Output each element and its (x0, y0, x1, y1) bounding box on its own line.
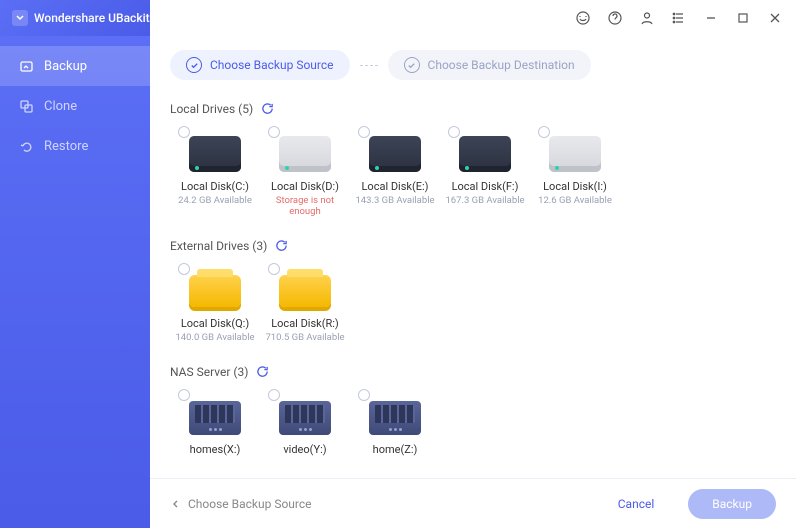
refresh-icon[interactable] (275, 239, 289, 253)
sidebar-item-clone[interactable]: Clone (0, 86, 150, 126)
drive-available: 12.6 GB Available (538, 195, 612, 206)
section-title: NAS Server (3) (170, 365, 248, 379)
drive-card[interactable]: Local Disk(F:) 167.3 GB Available (440, 124, 530, 227)
drive-name: home(Z:) (373, 443, 418, 456)
section-header-local: Local Drives (5) (170, 102, 776, 116)
drive-name: Local Disk(Q:) (181, 317, 249, 330)
drive-card[interactable]: Local Disk(R:) 710.5 GB Available (260, 261, 350, 353)
drive-card[interactable]: Local Disk(E:) 143.3 GB Available (350, 124, 440, 227)
help-icon[interactable] (606, 9, 624, 27)
local-drives-grid: Local Disk(C:) 24.2 GB Available Local D… (170, 124, 776, 227)
drive-card[interactable]: Local Disk(D:) Storage is not enough (260, 124, 350, 227)
maximize-icon[interactable] (734, 9, 752, 27)
hdd-icon (187, 128, 243, 172)
external-drives-grid: Local Disk(Q:) 140.0 GB Available Local … (170, 261, 776, 353)
step-label: Choose Backup Destination (428, 58, 575, 72)
drive-name: Local Disk(E:) (362, 180, 429, 193)
section-title: Local Drives (5) (170, 102, 253, 116)
sidebar-item-label: Restore (44, 139, 88, 154)
hdd-icon (277, 128, 333, 172)
backup-icon (18, 58, 34, 74)
nas-drives-grid: homes(X:) video(Y:) home(Z:) (170, 387, 776, 468)
drive-available: 140.0 GB Available (175, 332, 254, 343)
sidebar: Backup Clone Restore (0, 36, 150, 528)
drive-name: homes(X:) (190, 443, 241, 456)
app-brand: Wondershare UBackit (0, 0, 150, 36)
drive-name: Local Disk(C:) (181, 180, 249, 193)
drive-card[interactable]: Local Disk(C:) 24.2 GB Available (170, 124, 260, 227)
drive-available: 24.2 GB Available (178, 195, 252, 206)
menu-list-icon[interactable] (670, 9, 688, 27)
titlebar-controls (150, 9, 796, 27)
content-area: Choose Backup Source Choose Backup Desti… (150, 36, 796, 528)
wizard-steps: Choose Backup Source Choose Backup Desti… (150, 36, 796, 90)
app-logo-icon (12, 10, 28, 26)
drive-name: video(Y:) (283, 443, 326, 456)
drive-available: 710.5 GB Available (265, 332, 344, 343)
user-icon[interactable] (638, 9, 656, 27)
drive-card[interactable]: Local Disk(Q:) 140.0 GB Available (170, 261, 260, 353)
drive-card[interactable]: home(Z:) (350, 387, 440, 468)
drive-available: Storage is not enough (260, 195, 350, 217)
clone-icon (18, 98, 34, 114)
step-choose-source[interactable]: Choose Backup Source (170, 50, 350, 80)
nas-icon (367, 391, 423, 435)
step-choose-destination[interactable]: Choose Backup Destination (388, 50, 591, 80)
drive-name: Local Disk(R:) (271, 317, 339, 330)
sidebar-item-label: Backup (44, 59, 87, 74)
app-title: Wondershare UBackit (34, 11, 150, 25)
footer-bar: Choose Backup Source Cancel Backup (150, 478, 796, 528)
sidebar-item-backup[interactable]: Backup (0, 46, 150, 86)
drive-available: 167.3 GB Available (445, 195, 524, 206)
titlebar: Wondershare UBackit (0, 0, 796, 36)
section-title: External Drives (3) (170, 239, 267, 253)
check-circle-icon (186, 57, 202, 73)
external-drive-icon (277, 265, 333, 309)
drive-name: Local Disk(F:) (452, 180, 519, 193)
drive-card[interactable]: homes(X:) (170, 387, 260, 468)
step-connector (360, 65, 378, 66)
external-drive-icon (187, 265, 243, 309)
hdd-icon (457, 128, 513, 172)
drives-scroll-area[interactable]: Local Drives (5) Local Disk(C:) 24.2 GB … (150, 90, 796, 478)
drive-card[interactable]: Local Disk(I:) 12.6 GB Available (530, 124, 620, 227)
minimize-icon[interactable] (702, 9, 720, 27)
backup-button[interactable]: Backup (688, 489, 776, 519)
sidebar-item-restore[interactable]: Restore (0, 126, 150, 166)
chevron-left-icon[interactable] (170, 498, 182, 510)
restore-icon (18, 138, 34, 154)
refresh-icon[interactable] (256, 365, 270, 379)
refresh-icon[interactable] (261, 102, 275, 116)
cancel-button[interactable]: Cancel (594, 489, 679, 519)
footer-hint-text: Choose Backup Source (188, 497, 312, 511)
section-header-external: External Drives (3) (170, 239, 776, 253)
hdd-icon (367, 128, 423, 172)
nas-icon (187, 391, 243, 435)
nas-icon (277, 391, 333, 435)
drive-name: Local Disk(I:) (543, 180, 607, 193)
section-header-nas: NAS Server (3) (170, 365, 776, 379)
check-circle-icon (404, 57, 420, 73)
step-label: Choose Backup Source (210, 58, 334, 72)
support-icon[interactable] (574, 9, 592, 27)
hdd-icon (547, 128, 603, 172)
footer-hint: Choose Backup Source (170, 497, 584, 511)
drive-name: Local Disk(D:) (271, 180, 339, 193)
sidebar-item-label: Clone (44, 99, 77, 114)
close-icon[interactable] (766, 9, 784, 27)
drive-available: 143.3 GB Available (355, 195, 434, 206)
drive-card[interactable]: video(Y:) (260, 387, 350, 468)
